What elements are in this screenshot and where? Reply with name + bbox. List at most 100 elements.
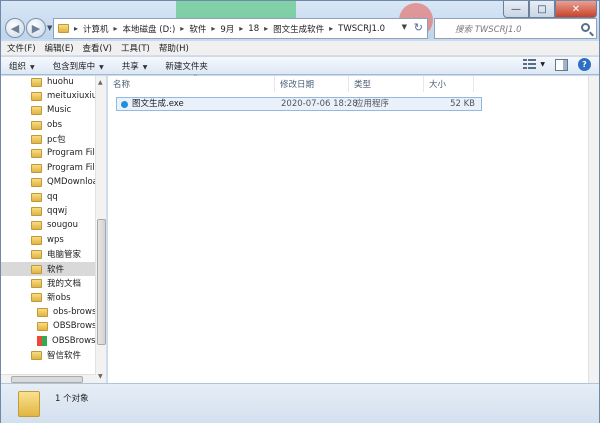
back-arrow-icon: ◀ [10, 21, 20, 35]
nav-hscroll-thumb[interactable] [11, 376, 83, 383]
sort-ascending-icon: ^ [193, 74, 199, 81]
menu-edit[interactable]: 编辑(E) [45, 42, 74, 54]
new-folder-button[interactable]: 新建文件夹 [165, 60, 208, 72]
folder-icon [31, 350, 42, 360]
folder-icon [18, 391, 40, 417]
breadcrumb-drive-d[interactable]: 本地磁盘 (D:) [123, 23, 176, 35]
preview-pane-icon[interactable] [555, 58, 568, 71]
refresh-icon[interactable]: ↻ [414, 21, 423, 34]
breadcrumb-september[interactable]: 9月 [220, 23, 234, 35]
menu-help[interactable]: 帮助(H) [159, 42, 189, 54]
nav-item-label: qq [47, 192, 58, 202]
breadcrumb-separator-icon: ▸ [180, 24, 185, 33]
app-icon [37, 336, 47, 346]
details-pane: 1 个对象 [1, 383, 599, 423]
share-label: 共享 [121, 61, 139, 72]
file-list: 名称 ^ 修改日期 类型 大小 图文生成.exe 2020-07-06 18:2… [108, 74, 599, 383]
views-dropdown-icon[interactable]: ▼ [540, 61, 545, 68]
menu-tools[interactable]: 工具(T) [121, 42, 150, 54]
nav-item-label: qqwj [47, 206, 68, 216]
minimize-button[interactable]: — [503, 1, 529, 18]
column-header-name[interactable]: 名称 ^ [108, 74, 275, 92]
forward-arrow-icon: ▶ [31, 21, 41, 35]
breadcrumb-image-text-software[interactable]: 图文生成软件 [273, 23, 324, 35]
folder-icon [31, 177, 42, 187]
folder-icon [31, 220, 42, 230]
command-bar: 组织 ▼ 包含到库中 ▼ 共享 ▼ 新建文件夹 ▼ ? [1, 57, 599, 75]
breadcrumb-current-folder[interactable]: TWSCRJ1.0 [338, 24, 385, 34]
help-icon[interactable]: ? [578, 58, 591, 71]
nav-item-label: 新obs [47, 293, 71, 303]
include-in-library-button[interactable]: 包含到库中 ▼ [53, 60, 104, 72]
chevron-down-icon: ▼ [99, 63, 104, 71]
nav-item-label: 电脑管家 [47, 250, 82, 260]
item-count: 1 个对象 [55, 394, 89, 404]
folder-icon [31, 91, 42, 101]
forward-button[interactable]: ▶ [26, 18, 46, 38]
folder-icon [31, 235, 42, 245]
nav-item-label: Music [47, 105, 72, 115]
folder-icon [31, 134, 42, 144]
close-button[interactable]: ✕ [555, 1, 597, 18]
scroll-up-icon[interactable]: ▲ [98, 79, 103, 86]
column-header-size[interactable]: 大小 [424, 76, 474, 92]
breadcrumb-separator-icon: ▸ [264, 24, 269, 33]
file-modified: 2020-07-06 18:28 [281, 99, 358, 109]
folder-icon [31, 206, 42, 216]
nav-scroll-thumb[interactable] [97, 219, 106, 345]
nav-item-label: 我的文档 [47, 279, 82, 289]
nav-item-selected[interactable]: 软件 [1, 262, 95, 276]
folder-icon [31, 120, 42, 130]
breadcrumb-separator-icon: ▸ [329, 24, 334, 33]
breadcrumb-18[interactable]: 18 [248, 24, 259, 34]
content-vertical-scrollbar[interactable] [588, 76, 599, 383]
breadcrumb-separator-icon: ▸ [74, 24, 79, 33]
back-button[interactable]: ◀ [5, 18, 25, 38]
folder-icon [31, 249, 42, 259]
exe-icon [121, 101, 128, 108]
menu-file[interactable]: 文件(F) [7, 42, 36, 54]
chevron-down-icon: ▼ [142, 63, 148, 71]
share-button[interactable]: 共享 ▼ [122, 60, 148, 72]
navigation-pane: huohu meituxiuxiu Music obs pc包 Program … [1, 76, 107, 383]
table-row[interactable]: 图文生成.exe 2020-07-06 18:28 应用程序 52 KB [116, 97, 482, 111]
search-icon[interactable] [581, 23, 590, 32]
folder-icon [31, 77, 42, 87]
address-bar[interactable]: ▸ 计算机 ▸ 本地磁盘 (D:) ▸ 软件 ▸ 9月 ▸ 18 ▸ 图文生成软… [53, 18, 428, 39]
column-header-type[interactable]: 类型 [349, 76, 424, 92]
explorer-window: — □ ✕ ◀ ▶ ▼ ▸ 计算机 ▸ 本地磁盘 (D:) ▸ 软件 ▸ 9月 … [0, 0, 600, 423]
folder-icon [31, 163, 42, 173]
folder-icon [31, 192, 42, 202]
nav-item-label: obs [47, 120, 63, 130]
folder-icon [58, 24, 69, 33]
nav-horizontal-scrollbar[interactable] [1, 374, 96, 383]
menu-view[interactable]: 查看(V) [83, 42, 112, 54]
breadcrumb-separator-icon: ▸ [239, 24, 244, 33]
search-input[interactable]: 搜索 TWSCRJ1.0 [434, 18, 597, 39]
nav-item-label: huohu [47, 77, 74, 87]
window-controls: — □ ✕ [503, 1, 597, 18]
file-size: 52 KB [450, 99, 475, 109]
maximize-button[interactable]: □ [529, 1, 555, 18]
views-icon[interactable] [523, 58, 537, 71]
nav-item-label: meituxiuxiu [47, 91, 98, 101]
include-in-library-label: 包含到库中 [52, 61, 96, 72]
nav-item-label: pc包 [47, 135, 66, 145]
folder-icon [31, 264, 42, 274]
column-header-name-label: 名称 [113, 80, 131, 90]
scroll-down-icon[interactable]: ▼ [98, 373, 103, 380]
recent-pages-dropdown[interactable]: ▼ [47, 24, 52, 32]
breadcrumb: ▸ 计算机 ▸ 本地磁盘 (D:) ▸ 软件 ▸ 9月 ▸ 18 ▸ 图文生成软… [69, 23, 385, 35]
address-dropdown-icon[interactable]: ▼ [402, 23, 407, 31]
file-name: 图文生成.exe [132, 99, 184, 109]
breadcrumb-computer[interactable]: 计算机 [83, 23, 109, 35]
nav-item-label: sougou [47, 220, 78, 230]
folder-icon [37, 321, 48, 331]
search-placeholder: 搜索 TWSCRJ1.0 [455, 24, 522, 35]
nav-vertical-scrollbar[interactable]: ▲ ▼ [95, 76, 106, 383]
breadcrumb-software[interactable]: 软件 [189, 23, 206, 35]
organize-button[interactable]: 组织 ▼ [9, 60, 35, 72]
nav-item-label: 软件 [47, 265, 65, 275]
folder-icon [31, 148, 42, 158]
column-header-modified[interactable]: 修改日期 [275, 76, 349, 92]
